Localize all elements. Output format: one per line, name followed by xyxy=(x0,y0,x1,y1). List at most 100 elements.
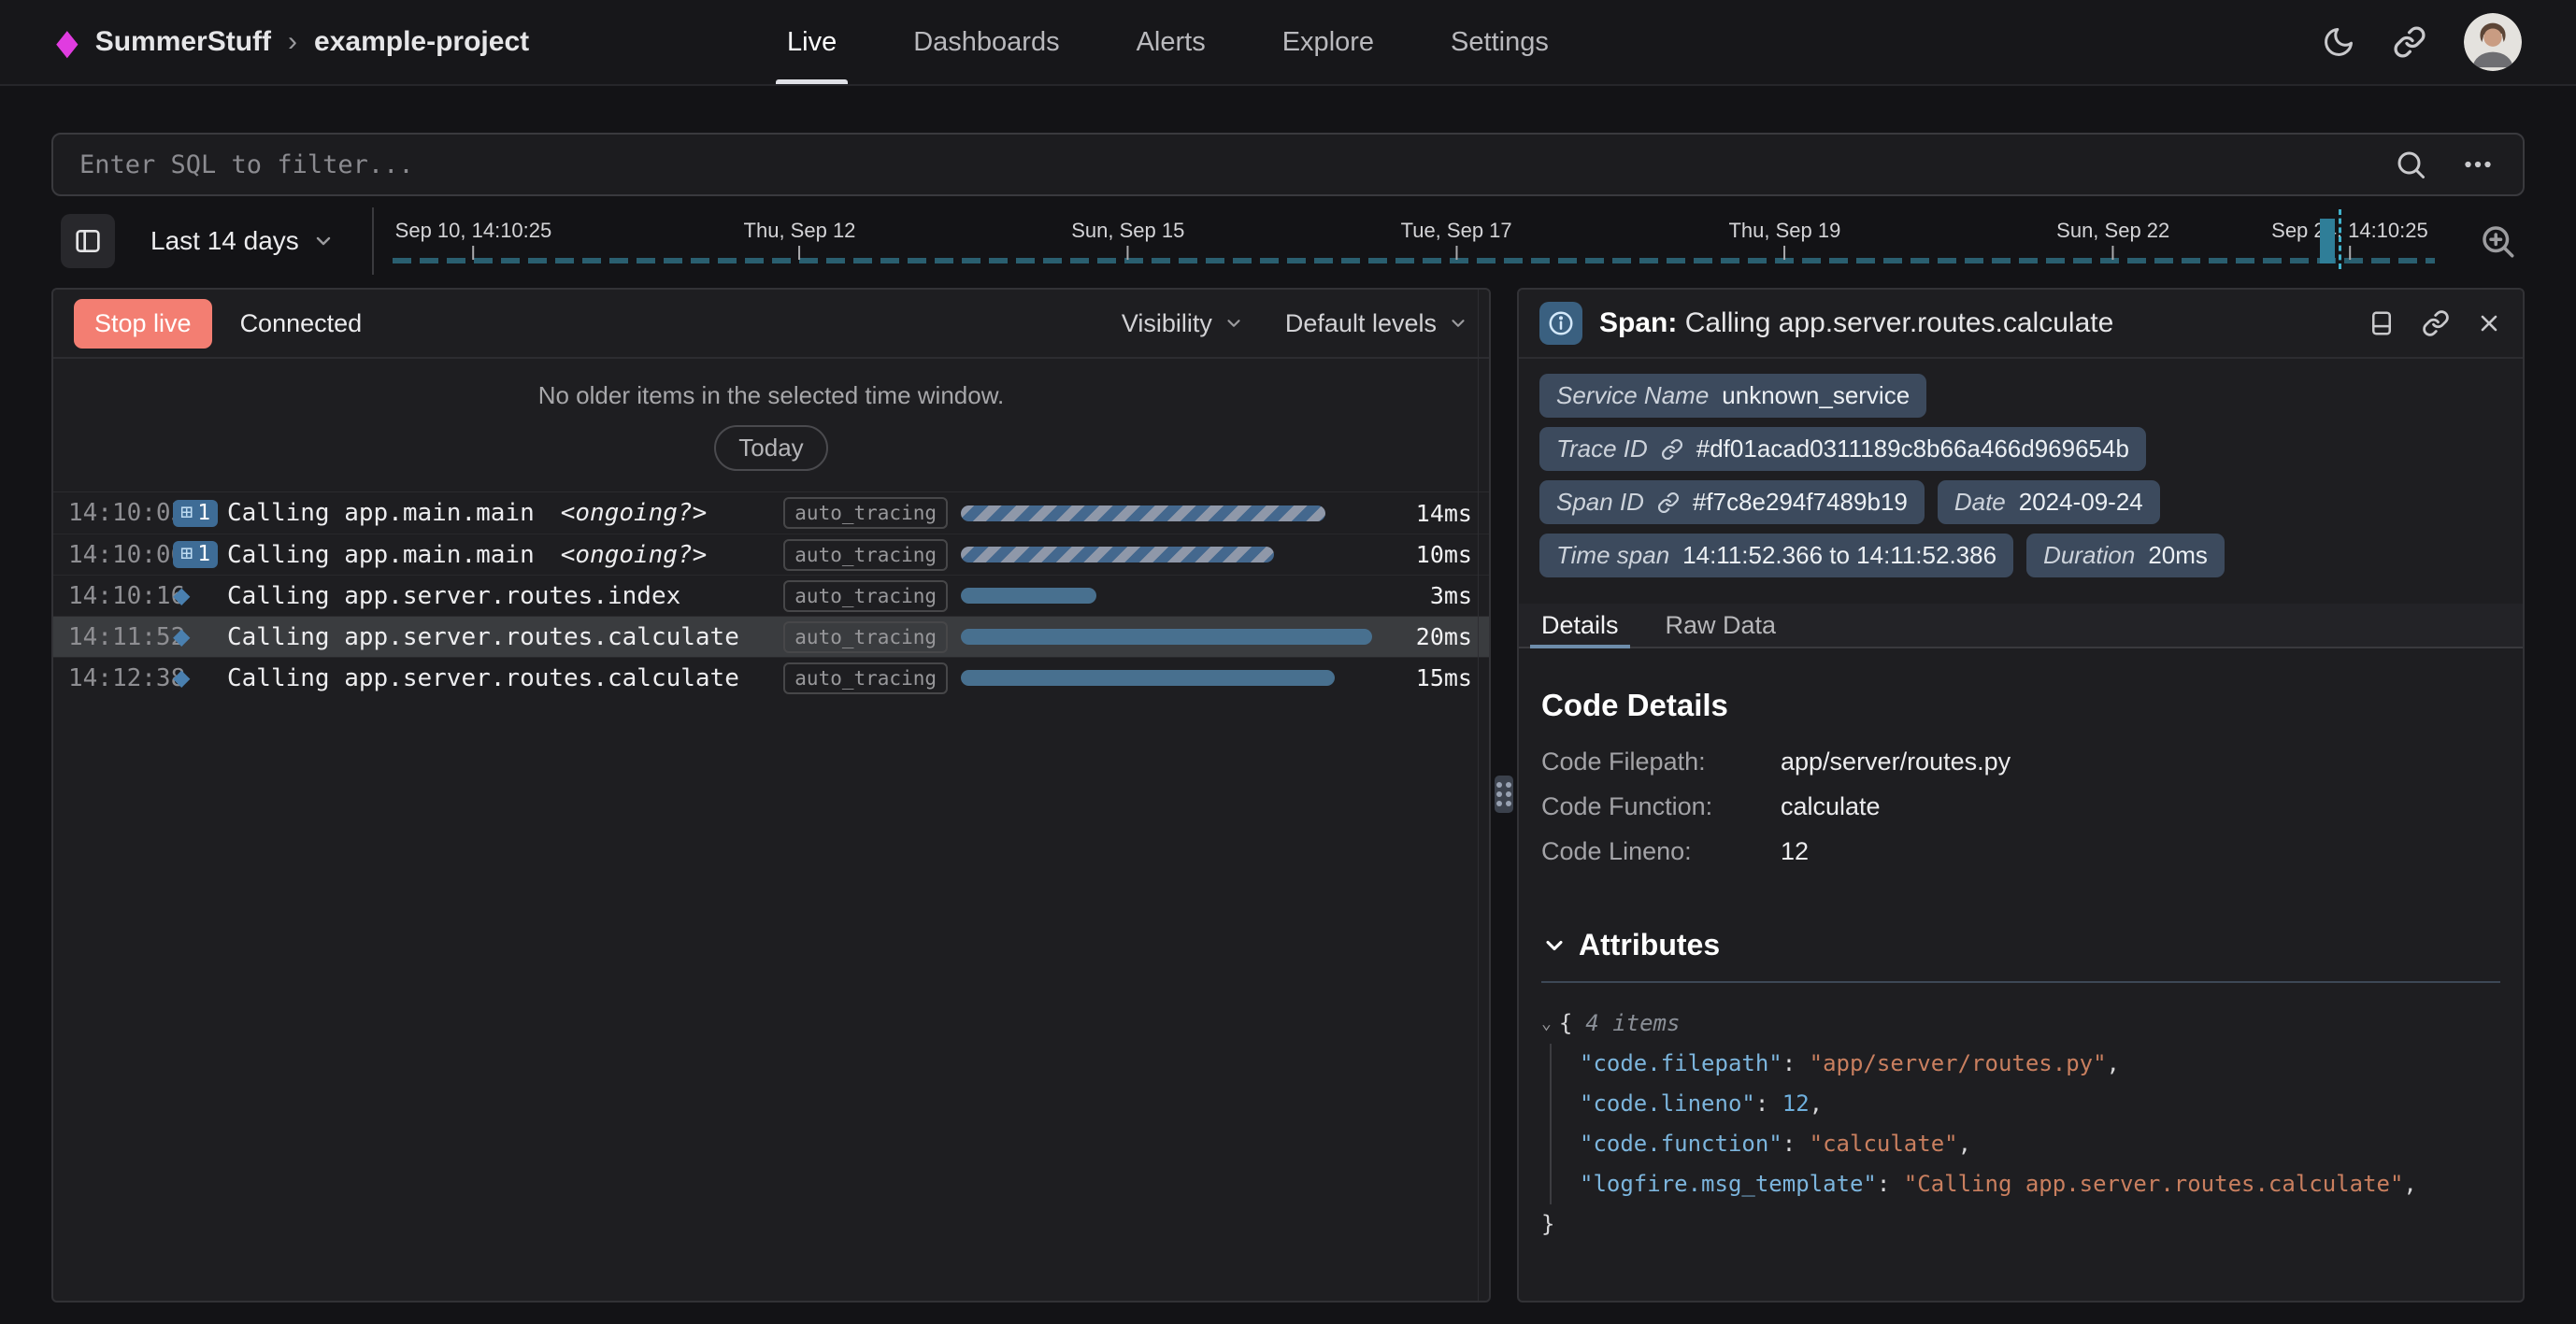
span-diamond-icon: ◆ xyxy=(173,667,190,690)
trace-id-badge[interactable]: Trace ID #df01acad0311189c8b66a466d96965… xyxy=(1539,427,2146,471)
span-message: Calling app.server.routes.calculate xyxy=(227,664,739,692)
time-range-bar: Last 14 days Sep 10, 14:10:25 Thu, Sep 1… xyxy=(51,207,2525,275)
span-row[interactable]: 14:12:38 ◆ Calling app.server.routes.cal… xyxy=(53,657,1489,698)
span-time: 14:11:52 xyxy=(68,623,173,651)
json-entry: "code.lineno": 12, xyxy=(1580,1084,2500,1124)
code-details-table: Code Filepath: app/server/routes.py Code… xyxy=(1541,747,2500,866)
duration-bar-track xyxy=(961,505,1386,521)
info-icon xyxy=(1539,302,1582,345)
timeline-tick: Sep 24, 14:10:25 xyxy=(2271,219,2428,260)
project-name[interactable]: example-project xyxy=(314,26,529,58)
ongoing-flag: <ongoing?> xyxy=(561,499,708,527)
duration-bar xyxy=(961,547,1274,562)
tab-live[interactable]: Live xyxy=(783,0,840,84)
timeline-activity-spike xyxy=(2320,219,2335,263)
search-icon[interactable] xyxy=(2394,148,2427,181)
visibility-dropdown[interactable]: Visibility xyxy=(1122,309,1244,338)
span-message: Calling app.main.main xyxy=(227,541,535,569)
sql-filter-bar[interactable]: Enter SQL to filter... xyxy=(51,133,2525,196)
span-duration: 10ms xyxy=(1386,541,1472,568)
code-details-heading: Code Details xyxy=(1541,688,2500,723)
user-avatar[interactable] xyxy=(2464,13,2522,71)
org-name[interactable]: SummerStuff xyxy=(95,26,271,58)
connection-status: Connected xyxy=(240,309,363,338)
tab-explore[interactable]: Explore xyxy=(1279,0,1378,84)
children-count-badge[interactable]: ⊞1 xyxy=(173,500,218,527)
zoom-in-icon[interactable] xyxy=(2478,221,2517,261)
code-filepath-label: Code Filepath: xyxy=(1541,747,1781,776)
tab-settings[interactable]: Settings xyxy=(1447,0,1553,84)
link-icon xyxy=(1661,438,1683,461)
children-count-badge[interactable]: ⊞1 xyxy=(173,541,218,568)
code-filepath-value: app/server/routes.py xyxy=(1781,747,2500,776)
panel-resize-handle[interactable] xyxy=(1495,776,1513,813)
timeline-tick: Tue, Sep 17 xyxy=(1401,219,1512,260)
empty-window-message: No older items in the selected time wind… xyxy=(53,381,1489,410)
date-badge: Date2024-09-24 xyxy=(1938,480,2160,524)
scrollbar[interactable] xyxy=(1478,290,1489,1301)
breadcrumb[interactable]: ◆ SummerStuff › example-project xyxy=(54,25,529,59)
main-tabs: Live Dashboards Alerts Explore Settings xyxy=(783,0,1553,84)
span-row[interactable]: 14:10:05 ⊞1 Calling app.main.main <ongoi… xyxy=(53,492,1489,534)
span-id-badge[interactable]: Span ID #f7c8e294f7489b19 xyxy=(1539,480,1925,524)
time-range-dropdown[interactable]: Last 14 days xyxy=(150,226,335,256)
span-list: 14:10:05 ⊞1 Calling app.main.main <ongoi… xyxy=(53,491,1489,698)
span-message: Calling app.server.routes.index xyxy=(227,582,680,610)
logo-diamond-icon: ◆ xyxy=(57,25,78,59)
stop-live-button[interactable]: Stop live xyxy=(74,299,212,349)
span-diamond-icon: ◆ xyxy=(173,585,190,607)
divider xyxy=(372,207,374,275)
json-entry: "logfire.msg_template": "Calling app.ser… xyxy=(1580,1164,2500,1204)
code-lineno-label: Code Lineno: xyxy=(1541,837,1781,866)
live-trace-panel: Stop live Connected Visibility Default l… xyxy=(51,288,1491,1303)
tag-auto-tracing: auto_tracing xyxy=(783,621,948,653)
span-message: Calling app.server.routes.calculate xyxy=(227,623,739,651)
span-row[interactable]: 14:10:06 ⊞1 Calling app.main.main <ongoi… xyxy=(53,534,1489,575)
timeline-tick: Thu, Sep 12 xyxy=(744,219,856,260)
timeline-cursor[interactable] xyxy=(2339,209,2341,269)
tag-auto-tracing: auto_tracing xyxy=(783,580,948,612)
ongoing-flag: <ongoing?> xyxy=(561,541,708,569)
duration-badge: Duration20ms xyxy=(2026,534,2225,577)
main-content: Stop live Connected Visibility Default l… xyxy=(51,288,2525,1303)
json-collapse-icon[interactable]: ⌄ xyxy=(1541,1004,1552,1044)
copy-link-icon[interactable] xyxy=(2422,309,2450,337)
dock-panel-icon[interactable] xyxy=(2368,309,2396,337)
today-button[interactable]: Today xyxy=(714,425,827,471)
json-entry: "code.function": "calculate", xyxy=(1580,1124,2500,1164)
close-icon[interactable] xyxy=(2476,310,2502,336)
span-duration: 15ms xyxy=(1386,664,1472,691)
dark-mode-moon-icon[interactable] xyxy=(2322,25,2355,59)
span-row[interactable]: 14:10:16 ◆ Calling app.server.routes.ind… xyxy=(53,575,1489,616)
sidebar-toggle-icon[interactable] xyxy=(61,214,115,268)
duration-bar-track xyxy=(961,629,1386,645)
duration-bar xyxy=(961,588,1096,604)
span-detail-header: Span: Calling app.server.routes.calculat… xyxy=(1519,290,2523,359)
span-detail-panel: Span: Calling app.server.routes.calculat… xyxy=(1517,288,2525,1303)
duration-bar xyxy=(961,505,1325,521)
sql-filter-input[interactable]: Enter SQL to filter... xyxy=(79,150,2394,179)
tab-raw-data[interactable]: Raw Data xyxy=(1664,604,1779,647)
span-metadata-badges: Service Nameunknown_service Trace ID #df… xyxy=(1519,359,2523,592)
attributes-json-viewer: ⌄ { 4 items "code.filepath": "app/server… xyxy=(1541,1004,2500,1245)
span-time: 14:10:06 xyxy=(68,541,173,569)
span-row-selected[interactable]: 14:11:52 ◆ Calling app.server.routes.cal… xyxy=(53,616,1489,657)
tab-details[interactable]: Details xyxy=(1539,604,1621,647)
default-levels-dropdown[interactable]: Default levels xyxy=(1285,309,1468,338)
timeline[interactable]: Sep 10, 14:10:25 Thu, Sep 12 Sun, Sep 15… xyxy=(393,207,2525,275)
more-options-ellipsis-icon[interactable] xyxy=(2459,148,2497,181)
share-link-icon[interactable] xyxy=(2393,25,2426,59)
tab-alerts[interactable]: Alerts xyxy=(1133,0,1209,84)
link-icon xyxy=(1657,491,1680,514)
attributes-section-toggle[interactable]: Attributes xyxy=(1541,928,2500,962)
span-duration: 14ms xyxy=(1386,500,1472,527)
duration-bar-track xyxy=(961,547,1386,562)
span-duration: 20ms xyxy=(1386,623,1472,650)
tag-auto-tracing: auto_tracing xyxy=(783,497,948,529)
span-title: Span: Calling app.server.routes.calculat… xyxy=(1599,307,2113,339)
span-time: 14:10:05 xyxy=(68,499,173,527)
expand-children-icon: ⊞ xyxy=(180,503,193,523)
code-function-value: calculate xyxy=(1781,792,2500,821)
tab-dashboards[interactable]: Dashboards xyxy=(909,0,1063,84)
breadcrumb-separator: › xyxy=(286,26,299,58)
